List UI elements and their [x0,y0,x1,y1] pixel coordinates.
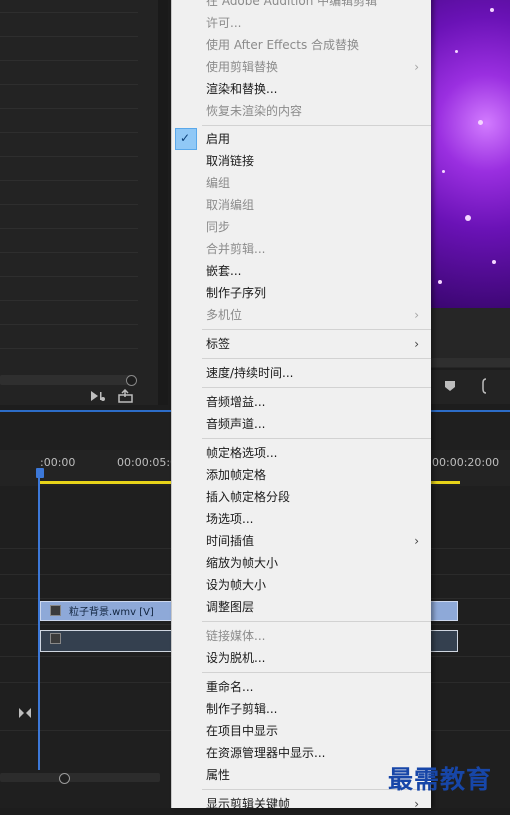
list-row-divider [0,12,138,13]
playhead-line[interactable] [38,470,40,770]
menu-item-frame-hold-options[interactable]: 帧定格选项... [172,442,431,464]
menu-item-set-to-frame-size[interactable]: 设为帧大小 [172,574,431,596]
list-row-divider [0,228,138,229]
fx-badge-icon [50,605,61,616]
track-resize-icon[interactable] [18,707,32,719]
menu-item-speed-duration[interactable]: 速度/持续时间... [172,362,431,384]
panel-divider[interactable] [158,0,168,405]
list-row-divider [0,60,138,61]
list-row-divider [0,300,138,301]
sparkle [478,120,483,125]
export-frame-icon[interactable] [118,389,134,403]
sparkle [465,215,471,221]
program-controls [430,370,510,404]
menu-item-synchronize[interactable]: 同步 [172,216,431,238]
submenu-arrow-icon: › [414,308,419,322]
menu-item-enable[interactable]: 启用 [172,128,431,150]
menu-item-show-clip-keyframes[interactable]: 显示剪辑关键帧 › [172,793,431,815]
list-row-divider [0,204,138,205]
sparkle [490,8,494,12]
menu-item-replace-with-ae[interactable]: 使用 After Effects 合成替换 [172,34,431,56]
timecode-start: :00:00 [40,456,76,469]
menu-item-unlink[interactable]: 取消链接 [172,150,431,172]
menu-item-nest[interactable]: 嵌套... [172,260,431,282]
submenu-arrow-icon: › [414,337,419,351]
timecode-20s: 00:00:20:00 [432,456,500,469]
menu-item-scale-to-frame-size[interactable]: 缩放为帧大小 [172,552,431,574]
menu-separator [202,329,431,330]
sparkle [455,50,458,53]
list-row-divider [0,324,138,325]
sparkle [438,280,442,284]
menu-item-make-subsequence[interactable]: 制作子序列 [172,282,431,304]
menu-item-ungroup[interactable]: 取消编组 [172,194,431,216]
menu-item-multi-camera[interactable]: 多机位 › [172,304,431,326]
video-clip-end[interactable] [428,601,458,621]
submenu-arrow-icon: › [414,60,419,74]
menu-item-make-offline[interactable]: 设为脱机... [172,647,431,669]
list-row-divider [0,180,138,181]
menu-item-restore-unrendered[interactable]: 恢复未渲染的内容 [172,100,431,122]
menu-item-time-interpolation[interactable]: 时间插值 › [172,530,431,552]
menu-item-group[interactable]: 编组 [172,172,431,194]
menu-item-audio-channels[interactable]: 音频声道... [172,413,431,435]
source-scrollbar[interactable] [0,375,135,385]
menu-separator [202,387,431,388]
menu-item-add-frame-hold[interactable]: 添加帧定格 [172,464,431,486]
list-row-divider [0,252,138,253]
menu-separator [202,621,431,622]
list-row-divider [0,276,138,277]
list-row-divider [0,156,138,157]
menu-item-replace-with-clip[interactable]: 使用剪辑替换 › [172,56,431,78]
submenu-arrow-icon: › [414,797,419,811]
menu-item-field-options[interactable]: 场选项... [172,508,431,530]
timeline-zoom-handle[interactable] [59,773,70,784]
menu-separator [202,125,431,126]
list-row-divider [0,36,138,37]
audio-clip-end[interactable] [428,630,458,652]
list-row-divider [0,348,138,349]
menu-item-render-and-replace[interactable]: 渲染和替换... [172,78,431,100]
menu-item-reveal-in-project[interactable]: 在项目中显示 [172,720,431,742]
menu-item-insert-frame-hold-segment[interactable]: 插入帧定格分段 [172,486,431,508]
list-row-divider [0,84,138,85]
menu-item-edit-in-audition[interactable]: 在 Adobe Audition 中编辑剪辑 [172,0,431,12]
menu-separator [202,358,431,359]
mark-in-icon[interactable] [480,378,490,394]
menu-item-audio-gain[interactable]: 音频增益... [172,391,431,413]
menu-item-label[interactable]: 标签 › [172,333,431,355]
insert-audio-icon[interactable] [90,389,108,403]
timeline-scrollbar[interactable] [0,773,160,782]
program-scrollbar[interactable] [430,358,510,367]
menu-item-license[interactable]: 许可... [172,12,431,34]
menu-item-adjustment-layer[interactable]: 调整图层 [172,596,431,618]
sparkle [492,260,496,264]
context-menu: ✓ 在 Adobe Audition 中编辑剪辑 许可... 使用 After … [171,0,431,811]
menu-item-make-subclip[interactable]: 制作子剪辑... [172,698,431,720]
watermark-logo: 最需教育 [388,765,493,794]
menu-item-merge-clips[interactable]: 合并剪辑... [172,238,431,260]
video-clip-label: 粒子背景.wmv [V] [69,607,154,618]
menu-item-link-media[interactable]: 链接媒体... [172,625,431,647]
submenu-arrow-icon: › [414,534,419,548]
marker-icon[interactable] [444,380,456,392]
source-panel [0,0,158,405]
list-row-divider [0,132,138,133]
sparkle [442,170,445,173]
fx-badge-icon [50,633,61,644]
program-monitor-preview [430,0,510,308]
playhead-handle[interactable] [36,468,44,478]
menu-item-rename[interactable]: 重命名... [172,676,431,698]
source-scroll-handle[interactable] [126,375,137,386]
list-row-divider [0,108,138,109]
menu-separator [202,438,431,439]
menu-separator [202,672,431,673]
